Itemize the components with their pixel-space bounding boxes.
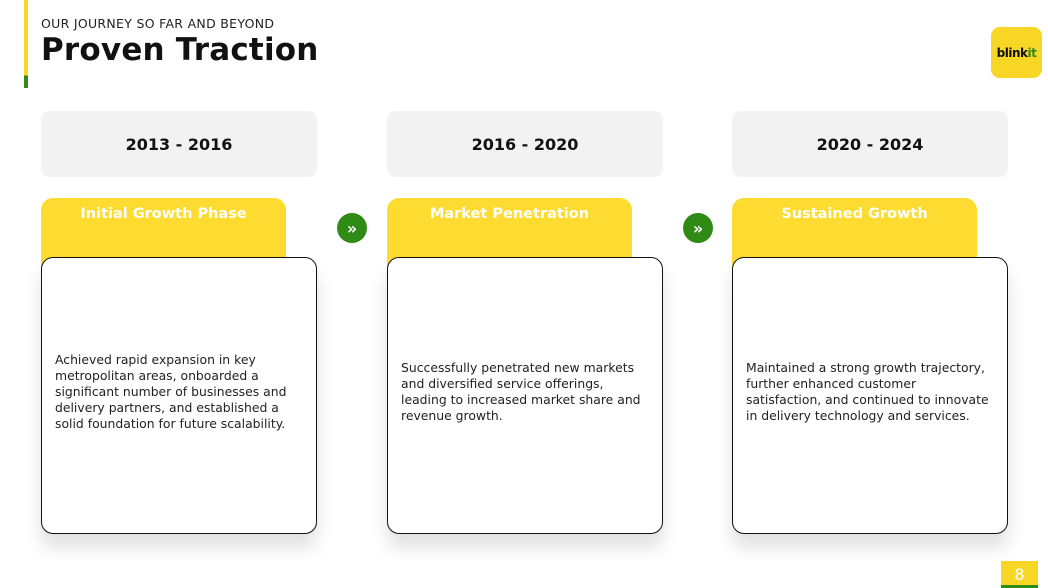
phase-title: Market Penetration (429, 206, 590, 222)
logo-text-main: blink (996, 45, 1028, 60)
page-number: 8 (1001, 561, 1038, 588)
phase-column-1: 2013 - 2016 Initial Growth Phase Achieve… (41, 111, 317, 535)
phase-description-card: Successfully penetrated new markets and … (387, 257, 663, 534)
phase-years-label: 2016 - 2020 (387, 111, 663, 177)
phase-title: Sustained Growth (781, 206, 928, 222)
phase-years-label: 2020 - 2024 (732, 111, 1008, 177)
blinkit-logo: blinkit (991, 27, 1042, 78)
phase-column-3: 2020 - 2024 Sustained Growth Maintained … (732, 111, 1008, 535)
logo-text-accent: it (1027, 45, 1037, 60)
phase-description: Achieved rapid expansion in key metropol… (55, 351, 287, 431)
phase-title: Initial Growth Phase (80, 206, 247, 222)
phase-description: Successfully penetrated new markets and … (401, 359, 641, 423)
double-chevron-right-icon: » (683, 213, 713, 243)
double-chevron-right-icon: » (337, 213, 367, 243)
phase-description: Maintained a strong growth trajectory, f… (746, 359, 989, 423)
phase-column-2: 2016 - 2020 Market Penetration Successfu… (387, 111, 663, 535)
phase-years-label: 2013 - 2016 (41, 111, 317, 177)
page-title: Proven Traction (41, 32, 319, 68)
section-eyebrow: OUR JOURNEY SO FAR AND BEYOND (41, 16, 275, 31)
phase-description-card: Maintained a strong growth trajectory, f… (732, 257, 1008, 534)
header-accent-bar (24, 0, 28, 88)
phase-description-card: Achieved rapid expansion in key metropol… (41, 257, 317, 534)
